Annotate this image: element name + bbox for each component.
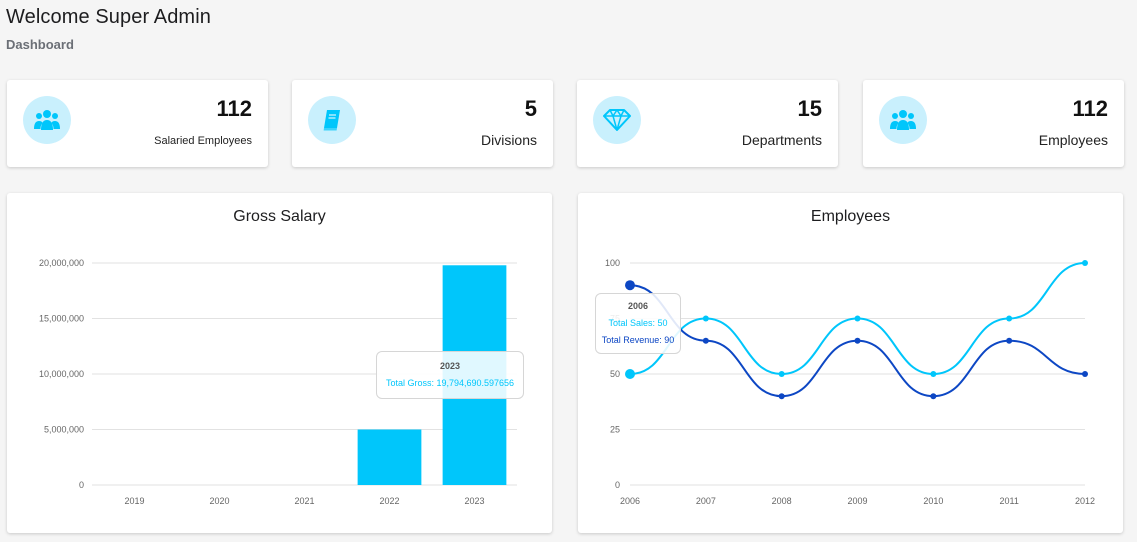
x-tick-label: 2011 bbox=[999, 496, 1018, 506]
diamond-icon bbox=[593, 96, 641, 144]
data-point bbox=[930, 371, 937, 377]
data-point bbox=[778, 371, 785, 377]
gross-salary-chart-card: Gross Salary 0 5,000,000 10,000,000 15,000,… bbox=[7, 193, 552, 533]
x-tick-label: 2009 bbox=[847, 496, 867, 506]
stat-card-divisions: 5 Divisions bbox=[292, 80, 553, 167]
y-tick-label: 5,000,000 bbox=[44, 425, 84, 435]
stat-value: 112 bbox=[216, 96, 253, 121]
stat-label: Divisions bbox=[480, 132, 537, 148]
data-point bbox=[625, 280, 635, 291]
stat-value: 15 bbox=[797, 96, 822, 121]
breadcrumb: Dashboard bbox=[6, 37, 74, 52]
x-tick-label: 2021 bbox=[294, 496, 314, 506]
book-icon bbox=[308, 96, 356, 144]
data-point bbox=[702, 337, 709, 344]
x-tick-label: 2023 bbox=[464, 496, 484, 506]
stat-card-salaried-employees: 112 Salaried Employees bbox=[7, 80, 268, 167]
data-point bbox=[778, 393, 785, 400]
stat-value: 112 bbox=[1072, 96, 1109, 121]
y-tick-label: 20,000,000 bbox=[39, 258, 84, 268]
bar bbox=[357, 429, 422, 485]
data-point bbox=[1006, 315, 1013, 322]
employees-chart: 02550751002006200720082009201020112012 bbox=[605, 258, 1095, 506]
page-title: Welcome Super Admin bbox=[6, 6, 211, 28]
data-point bbox=[1082, 260, 1088, 266]
tooltip-sales: Total Sales: 50 bbox=[608, 318, 668, 328]
y-tick-label: 10,000,000 bbox=[39, 369, 84, 379]
users-icon bbox=[879, 96, 927, 144]
stat-label: Departments bbox=[741, 132, 822, 148]
x-tick-label: 2007 bbox=[696, 496, 716, 506]
x-tick-label: 2010 bbox=[923, 496, 943, 506]
x-tick-label: 2006 bbox=[620, 496, 640, 506]
data-point bbox=[854, 315, 861, 322]
x-tick-label: 2012 bbox=[1075, 496, 1095, 506]
y-tick-label: 0 bbox=[615, 480, 620, 490]
y-tick-label: 100 bbox=[605, 258, 620, 268]
users-icon bbox=[23, 96, 71, 144]
chart-tooltip: 2006 Total Sales: 50 Total Revenue: 90 bbox=[595, 293, 681, 354]
chart-tooltip: 2023 Total Gross: 19,794,690.597656 bbox=[376, 351, 524, 399]
employees-chart-card: Employees 025507510020062007200820092010… bbox=[578, 193, 1123, 533]
stat-card-employees: 112 Employees bbox=[863, 80, 1124, 167]
tooltip-value: Total Gross: 19,794,690.597656 bbox=[385, 378, 515, 388]
x-tick-label: 2008 bbox=[772, 496, 792, 506]
data-point bbox=[1006, 337, 1013, 344]
x-tick-label: 2019 bbox=[124, 496, 144, 506]
y-tick-label: 25 bbox=[610, 425, 620, 435]
x-tick-label: 2020 bbox=[209, 496, 229, 506]
stat-card-departments: 15 Departments bbox=[577, 80, 838, 167]
tooltip-title: 2023 bbox=[439, 361, 461, 371]
data-point bbox=[625, 369, 635, 379]
tooltip-revenue: Total Revenue: 90 bbox=[601, 335, 675, 345]
data-point bbox=[930, 393, 937, 400]
y-tick-label: 0 bbox=[79, 480, 84, 490]
data-point bbox=[1082, 371, 1088, 377]
stat-value: 5 bbox=[524, 96, 537, 121]
y-tick-label: 15,000,000 bbox=[39, 314, 84, 324]
x-tick-label: 2022 bbox=[379, 496, 399, 506]
y-tick-label: 50 bbox=[610, 369, 620, 379]
tooltip-title: 2006 bbox=[627, 301, 649, 311]
stat-label: Salaried Employees bbox=[154, 135, 252, 147]
data-point bbox=[702, 315, 709, 322]
data-point bbox=[854, 337, 861, 344]
stat-label: Employees bbox=[1038, 132, 1108, 148]
